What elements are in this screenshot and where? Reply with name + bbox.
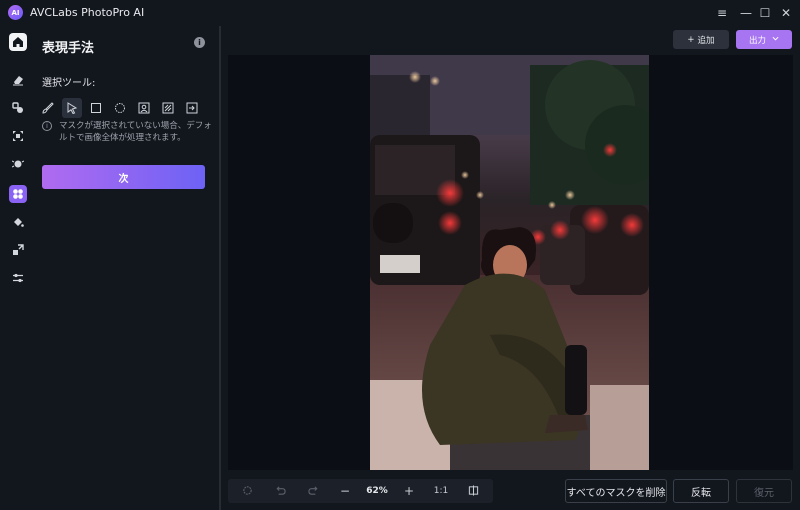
upscale-icon[interactable]	[9, 127, 27, 145]
export-button-label: 出力	[748, 35, 766, 46]
compare-view-icon[interactable]	[466, 484, 480, 498]
selection-tools-label: 選択ツール:	[42, 78, 96, 89]
colorize-icon[interactable]	[9, 213, 27, 231]
eraser-icon[interactable]	[9, 71, 27, 89]
info-icon[interactable]: i	[194, 37, 205, 48]
add-button[interactable]: + 追加	[673, 30, 729, 49]
style-panel: 表現手法 i 選択ツール: i マスクが選択されていない場合、デフォルトで画像全…	[34, 26, 220, 510]
zoom-level: 62%	[366, 486, 388, 496]
zoom-in-button[interactable]: +	[402, 484, 416, 498]
hint-info-icon: i	[42, 121, 52, 131]
rectangle-select-tool-icon[interactable]	[86, 98, 106, 118]
import-mask-tool-icon[interactable]	[182, 98, 202, 118]
style-transfer-icon[interactable]	[9, 185, 27, 203]
select-pointer-tool-icon[interactable]	[62, 98, 82, 118]
export-button[interactable]: 出力	[736, 30, 792, 49]
app-window: AI AVCLabs PhotoPro AI ≡ — ☐ ✕ 表現手法 i 選択…	[0, 0, 800, 510]
reset-view-icon[interactable]	[240, 484, 254, 498]
image-canvas[interactable]	[228, 55, 793, 470]
face-retouch-icon[interactable]	[9, 155, 27, 173]
add-button-label: 追加	[697, 35, 715, 46]
close-icon[interactable]: ✕	[777, 4, 795, 22]
panel-divider	[219, 26, 221, 510]
actual-size-button[interactable]: 1:1	[432, 484, 450, 498]
redo-icon[interactable]	[306, 484, 320, 498]
brush-tool-icon[interactable]	[38, 98, 58, 118]
plus-icon: +	[687, 34, 695, 45]
tool-rail	[0, 26, 34, 510]
chevron-down-icon	[772, 35, 779, 45]
ellipse-select-tool-icon[interactable]	[110, 98, 130, 118]
selection-toolbar	[38, 98, 202, 118]
canvas-toolbar: − 62% + 1:1	[228, 479, 493, 503]
portrait-select-tool-icon[interactable]	[134, 98, 154, 118]
menu-icon[interactable]: ≡	[713, 4, 731, 22]
app-logo: AI	[8, 5, 23, 20]
maximize-icon[interactable]: ☐	[756, 4, 774, 22]
zoom-out-button[interactable]: −	[338, 484, 352, 498]
app-title: AVCLabs PhotoPro AI	[30, 6, 145, 19]
auto-select-tool-icon[interactable]	[158, 98, 178, 118]
restore-button[interactable]: 復元	[736, 479, 792, 503]
adjust-icon[interactable]	[9, 269, 27, 287]
undo-icon[interactable]	[273, 484, 287, 498]
invert-button[interactable]: 反転	[673, 479, 729, 503]
minimize-icon[interactable]: —	[737, 4, 755, 22]
selection-hint-text: マスクが選択されていない場合、デフォルトで画像全体が処理されます。	[59, 121, 212, 143]
photo-preview	[370, 55, 649, 470]
panel-title: 表現手法	[42, 41, 95, 56]
object-replace-icon[interactable]	[9, 99, 27, 117]
home-icon[interactable]	[9, 33, 27, 51]
title-bar: AI AVCLabs PhotoPro AI ≡ — ☐ ✕	[0, 0, 800, 26]
expand-icon[interactable]	[9, 241, 27, 259]
next-button[interactable]: 次	[42, 165, 205, 189]
clear-all-masks-button[interactable]: すべてのマスクを削除	[565, 479, 667, 503]
